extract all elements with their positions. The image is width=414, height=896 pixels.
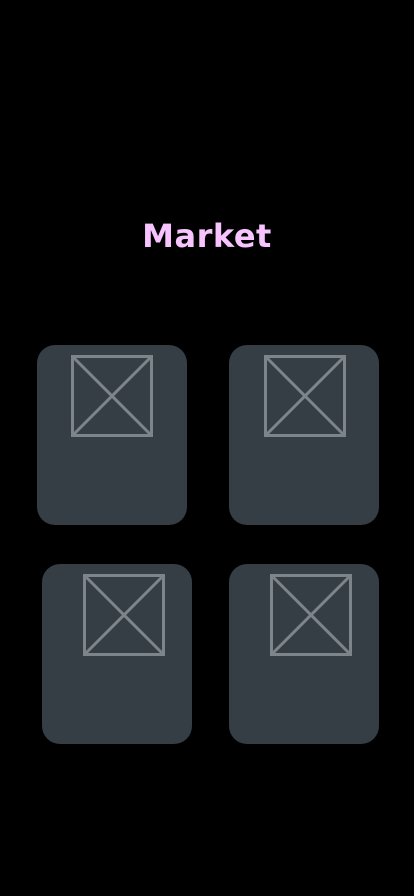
page-title: Market — [142, 217, 272, 255]
market-item-card[interactable] — [37, 345, 187, 525]
image-placeholder-icon — [83, 574, 165, 656]
image-placeholder-icon — [270, 574, 352, 656]
image-placeholder-icon — [264, 355, 346, 437]
market-item-card[interactable] — [42, 564, 192, 744]
image-placeholder-icon — [71, 355, 153, 437]
market-item-card[interactable] — [229, 564, 379, 744]
market-item-card[interactable] — [229, 345, 379, 525]
